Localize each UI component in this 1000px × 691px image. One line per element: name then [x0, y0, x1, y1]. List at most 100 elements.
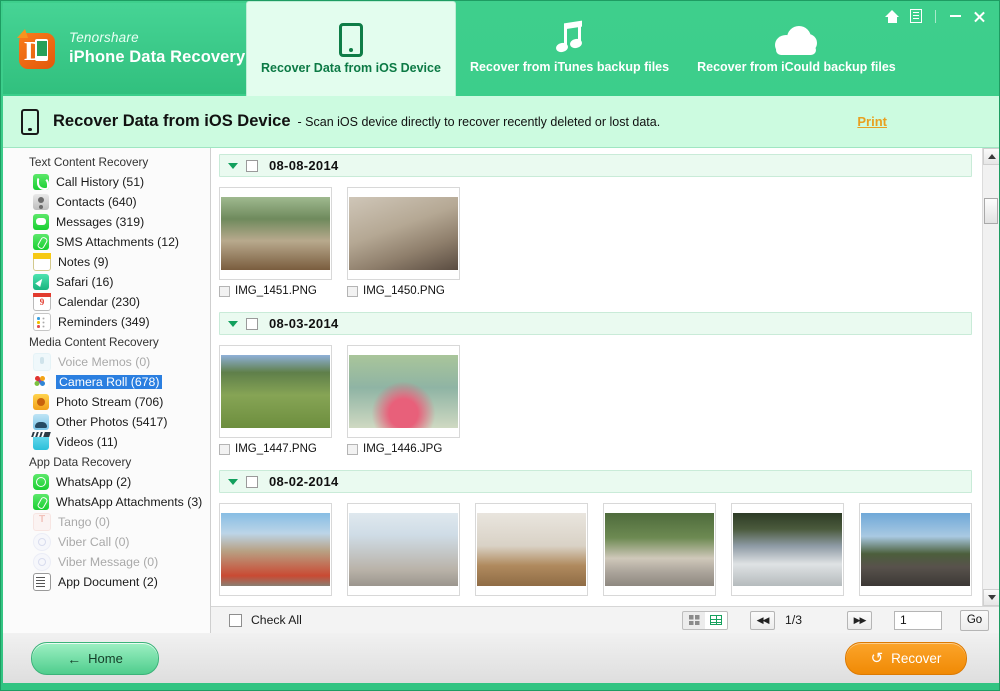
vertical-scrollbar[interactable]: [982, 148, 999, 606]
brand-panel: D Tenorshare iPhone Data Recovery: [3, 3, 246, 94]
thumbnail-checkbox[interactable]: [219, 443, 230, 455]
sidebar-item-call-history[interactable]: Call History (51): [3, 172, 210, 192]
contacts-icon: [33, 194, 49, 210]
home-button[interactable]: ← Home: [31, 642, 159, 675]
last-page-icon[interactable]: ▶▶: [847, 610, 872, 630]
page-subheader: Recover Data from iOS Device - Scan iOS …: [3, 96, 999, 148]
tab-recover-from-icloud-backup[interactable]: Recover from iCould backup files: [683, 1, 910, 96]
sidebar-item-notes[interactable]: Notes (9): [3, 252, 210, 272]
thumbnail-filename: IMG_1450.PNG: [363, 285, 445, 297]
sidebar-item-voice-memos[interactable]: Voice Memos (0): [3, 352, 210, 372]
home-button-label: Home: [88, 651, 123, 666]
sidebar-item-camera-roll[interactable]: Camera Roll (678): [3, 372, 210, 392]
thumbnail-item: [731, 503, 844, 596]
thumbnail-checkbox[interactable]: [219, 285, 230, 297]
sidebar-item-messages[interactable]: Messages (319): [3, 212, 210, 232]
chevron-down-icon[interactable]: [228, 320, 238, 327]
sidebar-item-label: Reminders (349): [58, 315, 150, 329]
notes-icon: [33, 253, 51, 271]
divider: [935, 9, 936, 23]
thumbnail-scroll-area: 08-08-2014 IMG_1451.PNG IMG_1450.PNG 08-…: [211, 148, 982, 606]
sidebar-item-photo-stream[interactable]: Photo Stream (706): [3, 392, 210, 412]
refresh-icon: ↺: [870, 650, 884, 667]
date-group-label: 08-03-2014: [269, 316, 339, 331]
date-group-checkbox[interactable]: [246, 475, 258, 488]
scrollbar-thumb[interactable]: [984, 198, 998, 224]
thumbnail-image-town-square-with-red-bus[interactable]: [219, 503, 332, 596]
thumbnail-item: IMG_1451.PNG: [219, 187, 332, 297]
thumbnail-item: IMG_1446.JPG: [347, 345, 460, 455]
sidebar-item-safari[interactable]: Safari (16): [3, 272, 210, 292]
thumbnail-image-carnival-dancers-in-costume[interactable]: [347, 503, 460, 596]
sidebar-item-whatsapp[interactable]: WhatsApp (2): [3, 472, 210, 492]
sidebar-item-label: WhatsApp Attachments (3): [56, 495, 203, 509]
sidebar-item-label: Photo Stream (706): [56, 395, 164, 409]
sidebar-item-viber-message[interactable]: Viber Message (0): [3, 552, 210, 572]
sidebar-item-app-document[interactable]: App Document (2): [3, 572, 210, 592]
thumbnail-image-children-playing-indoors[interactable]: [475, 503, 588, 596]
page-number-input[interactable]: [894, 610, 942, 630]
viber-call-icon: [33, 533, 51, 551]
tab-bar: Recover Data from iOS Device Recover fro…: [246, 1, 910, 96]
call-history-icon: [33, 174, 49, 190]
date-group-checkbox[interactable]: [246, 317, 258, 330]
thumbnail-row: [211, 493, 982, 596]
sidebar-item-other-photos[interactable]: Other Photos (5417): [3, 412, 210, 432]
sidebar-item-calendar[interactable]: Calendar (230): [3, 292, 210, 312]
sidebar-item-label: Messages (319): [56, 215, 145, 229]
date-group-label: 08-02-2014: [269, 474, 339, 489]
grid-view-icon[interactable]: [683, 612, 705, 629]
print-link[interactable]: Print: [857, 114, 887, 129]
sidebar-item-label: Notes (9): [58, 255, 109, 269]
first-page-icon[interactable]: ◀◀: [750, 610, 776, 630]
sidebar-group-title: Text Content Recovery: [29, 155, 149, 169]
thumbnail-checkbox[interactable]: [347, 443, 358, 455]
sidebar-item-reminders[interactable]: Reminders (349): [3, 312, 210, 332]
check-all-label: Check All: [251, 613, 302, 627]
scroll-up-icon[interactable]: [983, 148, 999, 165]
camera-roll-icon: [33, 374, 49, 390]
thumbnail-image-palm-lined-road[interactable]: [859, 503, 972, 596]
sidebar-item-sms-attachments[interactable]: SMS Attachments (12): [3, 232, 210, 252]
tab-label: Recover from iCould backup files: [697, 60, 896, 74]
content-panel: 08-08-2014 IMG_1451.PNG IMG_1450.PNG 08-…: [211, 148, 999, 633]
thumbnail-item: [347, 503, 460, 596]
check-all-control[interactable]: Check All: [229, 613, 302, 627]
check-all-checkbox[interactable]: [229, 613, 242, 627]
sidebar-item-contacts[interactable]: Contacts (640): [3, 192, 210, 212]
sidebar-item-whatsapp-attachments[interactable]: WhatsApp Attachments (3): [3, 492, 210, 512]
recover-button[interactable]: ↺ Recover: [845, 642, 967, 675]
go-button[interactable]: Go: [960, 609, 989, 631]
list-view-icon[interactable]: [705, 611, 728, 629]
scroll-down-icon[interactable]: [983, 589, 999, 606]
sidebar-item-label: Videos (11): [56, 435, 118, 449]
minimize-icon[interactable]: [943, 5, 967, 27]
thumbnail-image-family-at-dinner-table[interactable]: [347, 187, 460, 280]
sms-attachments-icon: [33, 234, 49, 250]
content-toolbar: Check All ◀◀ 1/3 ▶▶ Go: [211, 606, 999, 633]
sidebar-item-viber-call[interactable]: Viber Call (0): [3, 532, 210, 552]
sidebar-item-tango[interactable]: Tango (0): [3, 512, 210, 532]
date-group-checkbox[interactable]: [246, 159, 258, 172]
close-icon[interactable]: [967, 5, 991, 27]
thumbnail-image-suburban-house-with-trees[interactable]: [731, 503, 844, 596]
chevron-down-icon[interactable]: [228, 478, 238, 485]
thumbnail-checkbox[interactable]: [347, 285, 358, 297]
sidebar-item-videos[interactable]: Videos (11): [3, 432, 210, 452]
tab-recover-from-itunes-backup[interactable]: Recover from iTunes backup files: [456, 1, 683, 96]
thumbnail-image-elderly-couple-on-porch[interactable]: [219, 187, 332, 280]
chevron-down-icon[interactable]: [228, 162, 238, 169]
date-group-header: 08-02-2014: [219, 470, 972, 493]
sidebar-item-label: SMS Attachments (12): [56, 235, 180, 249]
thumbnail-image-two-girls-with-camera[interactable]: [347, 345, 460, 438]
phone-icon: [21, 108, 39, 135]
document-icon[interactable]: [904, 5, 928, 27]
thumbnail-image-family-with-stroller-in-park[interactable]: [219, 345, 332, 438]
window-buttons: [880, 5, 991, 27]
thumbnail-image-house-behind-stone-wall[interactable]: [603, 503, 716, 596]
view-mode-toggle[interactable]: [682, 610, 729, 630]
music-note-icon: [553, 18, 587, 60]
tab-recover-from-ios-device[interactable]: Recover Data from iOS Device: [246, 1, 456, 96]
home-icon[interactable]: [880, 5, 904, 27]
tab-label: Recover from iTunes backup files: [469, 60, 670, 74]
